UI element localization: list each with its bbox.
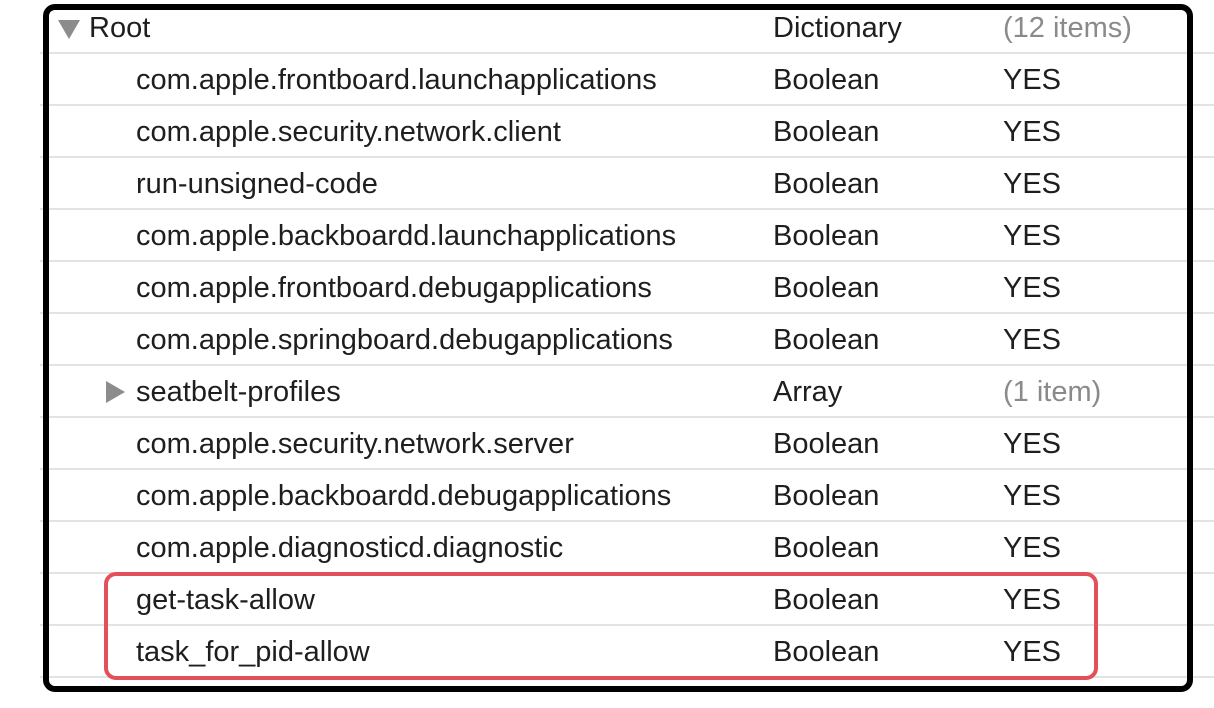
row-key: com.apple.springboard.debugapplications [136,324,673,356]
row-type: Dictionary [773,12,902,44]
row-value: YES [1003,636,1062,668]
row-key: com.apple.backboardd.debugapplications [136,480,672,512]
disclosure-triangle-collapsed-icon[interactable] [106,381,125,403]
row-value: YES [1003,168,1062,200]
row-type: Boolean [773,168,880,200]
plist-row-root[interactable]: Root Dictionary (12 items) [0,2,1214,54]
row-key: seatbelt-profiles [136,376,341,408]
plist-row[interactable]: com.apple.frontboard.launchapplications B… [0,54,1214,106]
row-value: YES [1003,324,1062,356]
plist-row[interactable]: com.apple.diagnosticd.diagnostic Boolean Y… [0,522,1214,574]
row-type: Boolean [773,220,880,252]
row-key: get-task-allow [136,584,315,616]
row-key: task_for_pid-allow [136,636,370,668]
row-key: com.apple.backboardd.launchapplications [136,220,677,252]
row-key: com.apple.security.network.server [136,428,574,460]
plist-row[interactable]: com.apple.backboardd.launchapplications B… [0,210,1214,262]
plist-row[interactable]: com.apple.springboard.debugapplications B… [0,314,1214,366]
row-key: Root [89,12,151,44]
row-key: run-unsigned-code [136,168,378,200]
row-type: Boolean [773,272,880,304]
plist-row[interactable]: com.apple.security.network.server Boolean… [0,418,1214,470]
row-key: com.apple.frontboard.debugapplications [136,272,652,304]
row-type: Boolean [773,428,880,460]
row-type: Boolean [773,480,880,512]
row-value: YES [1003,272,1062,304]
row-key: com.apple.security.network.client [136,116,561,148]
plist-row[interactable]: com.apple.backboardd.debugapplications Bo… [0,470,1214,522]
plist-row[interactable]: seatbelt-profiles Array (1 item) [0,366,1214,418]
row-value: YES [1003,220,1062,252]
row-type: Boolean [773,532,880,564]
plist-row[interactable]: task_for_pid-allow Boolean YES [0,626,1214,678]
row-type: Boolean [773,636,880,668]
row-value: YES [1003,480,1062,512]
row-type: Boolean [773,116,880,148]
disclosure-triangle-expanded-icon[interactable] [58,20,80,39]
row-value: YES [1003,532,1062,564]
plist-row[interactable]: run-unsigned-code Boolean YES [0,158,1214,210]
row-value: YES [1003,584,1062,616]
row-type: Boolean [773,324,880,356]
plist-row[interactable]: com.apple.security.network.client Boolean… [0,106,1214,158]
row-value: (1 item) [1003,376,1102,408]
row-key: com.apple.frontboard.launchapplications [136,64,657,96]
row-type: Array [773,376,843,408]
row-key: com.apple.diagnosticd.diagnostic [136,532,564,564]
row-type: Boolean [773,584,880,616]
row-divider [40,676,1214,678]
plist-row[interactable]: get-task-allow Boolean YES [0,574,1214,626]
row-value: YES [1003,64,1062,96]
row-type: Boolean [773,64,880,96]
row-value: YES [1003,116,1062,148]
row-value: YES [1003,428,1062,460]
row-value: (12 items) [1003,12,1132,44]
plist-row[interactable]: com.apple.frontboard.debugapplications Bo… [0,262,1214,314]
